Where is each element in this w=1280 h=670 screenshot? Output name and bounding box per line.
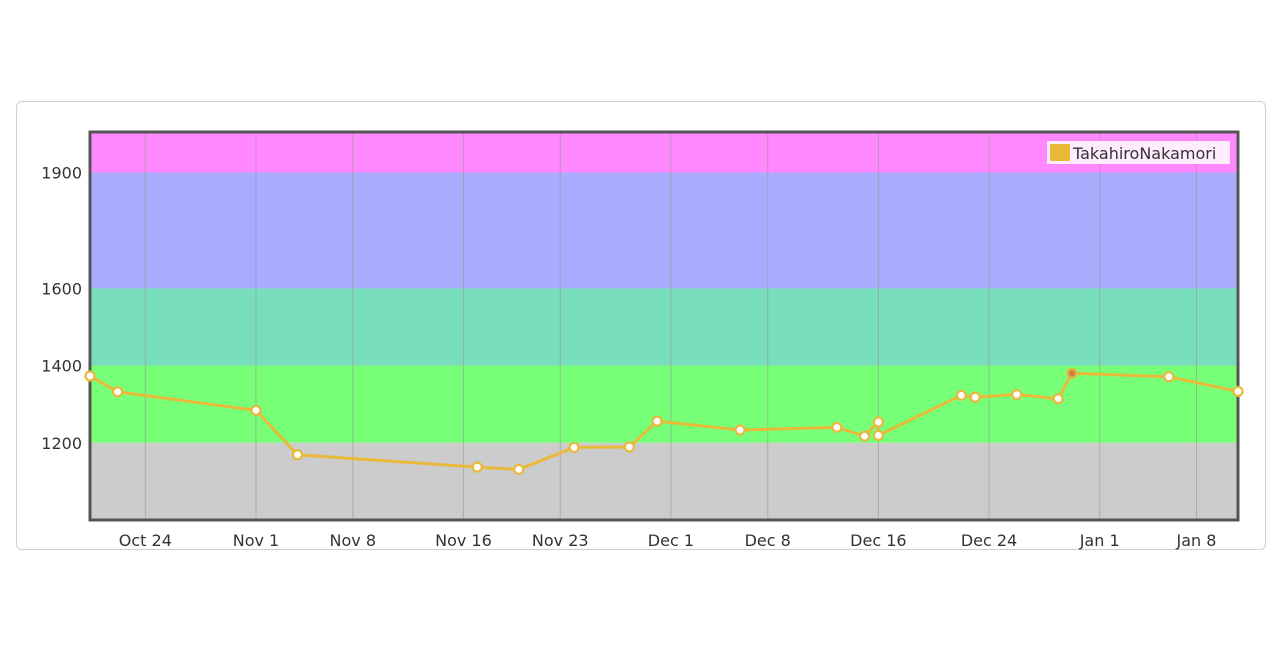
data-point-15: [969, 391, 981, 403]
rating-band-1: [90, 365, 1238, 443]
data-point-2: [250, 404, 262, 416]
data-point-13: [872, 429, 884, 442]
x-tick-label-0: Oct 24: [119, 531, 172, 550]
data-point-14: [955, 389, 967, 401]
legend-swatch: [1050, 144, 1070, 161]
x-tick-label-9: Jan 1: [1079, 531, 1120, 550]
rating-band-0: [90, 442, 1238, 520]
legend-label: TakahiroNakamori: [1072, 144, 1216, 163]
rating-bands: [90, 132, 1238, 520]
x-tick-label-4: Nov 23: [532, 531, 589, 550]
data-point-9: [734, 424, 746, 436]
y-tick-label-1900: 1900: [41, 164, 82, 183]
y-tick-label-1400: 1400: [41, 357, 82, 376]
data-point-8: [651, 415, 663, 427]
rating-band-2: [90, 288, 1238, 366]
data-point-10: [831, 421, 843, 433]
x-tick-label-5: Dec 1: [648, 531, 694, 550]
x-tick-label-3: Nov 16: [435, 531, 492, 550]
data-point-18: [1066, 367, 1078, 379]
data-point-6: [568, 441, 580, 454]
x-tick-label-8: Dec 24: [961, 531, 1017, 550]
chart-card: 1200 1400 1600 1900 Oct 24 Nov 1 Nov 8 Nov 16 N…: [16, 101, 1266, 550]
data-point-5: [513, 463, 525, 476]
y-axis-ticks: 1200 1400 1600 1900: [41, 164, 82, 453]
legend: TakahiroNakamori: [1047, 141, 1230, 164]
data-point-1: [112, 386, 124, 398]
data-point-19: [1163, 371, 1175, 383]
data-point-16: [1011, 388, 1023, 401]
data-point-3: [291, 449, 304, 461]
data-point-17: [1052, 393, 1064, 405]
x-tick-label-2: Nov 8: [330, 531, 377, 550]
y-tick-label-1200: 1200: [41, 434, 82, 453]
rating-chart: 1200 1400 1600 1900 Oct 24 Nov 1 Nov 8 Nov 16 N…: [41, 130, 1244, 550]
x-tick-label-6: Dec 8: [745, 531, 791, 550]
rating-band-3: [90, 172, 1238, 289]
data-point-12: [872, 416, 884, 428]
data-point-0: [84, 370, 96, 382]
x-tick-label-1: Nov 1: [233, 531, 280, 550]
x-tick-label-7: Dec 16: [850, 531, 906, 550]
data-point-4: [471, 461, 483, 473]
data-point-11: [858, 430, 871, 442]
data-point-7: [623, 441, 636, 453]
data-point-20: [1232, 385, 1244, 398]
y-tick-label-1600: 1600: [41, 279, 82, 298]
x-axis-ticks: Oct 24 Nov 1 Nov 8 Nov 16 Nov 23 Dec 1 Dec 8 De…: [119, 531, 1217, 550]
x-tick-label-10: Jan 8: [1176, 531, 1217, 550]
